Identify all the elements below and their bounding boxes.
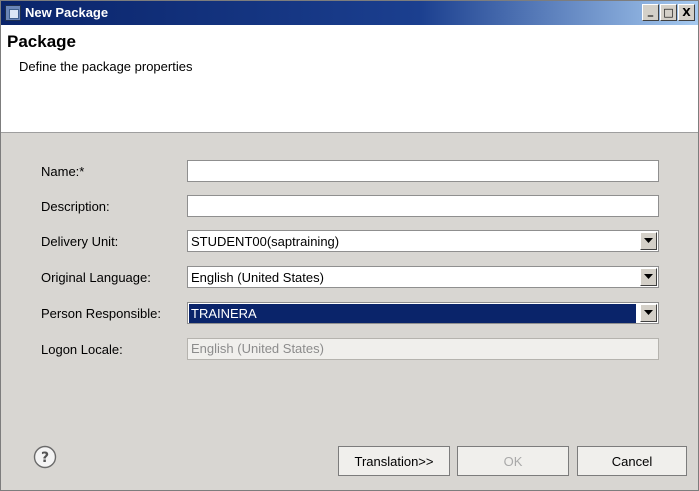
original-language-value: English (United States) [191,270,324,285]
delivery-unit-row: Delivery Unit: STUDENT00(saptraining) [1,230,698,254]
person-responsible-row: Person Responsible: TRAINERA [1,302,698,326]
chevron-down-icon [644,238,653,243]
minimize-button[interactable]: _ [642,4,659,21]
name-row: Name:* [1,160,698,184]
delivery-unit-value: STUDENT00(saptraining) [191,234,340,249]
page-title: Package [7,32,76,51]
delivery-unit-label: Delivery Unit: [41,234,119,249]
maximize-button[interactable]: □ [660,4,677,21]
original-language-row: Original Language: English (United State… [1,266,698,290]
close-button[interactable]: X [678,4,695,21]
logon-locale-field: English (United States) [187,338,659,360]
window-title: New Package [25,5,109,20]
logon-locale-row: Logon Locale: English (United States) [1,338,698,362]
person-responsible-label: Person Responsible: [41,306,161,321]
translation-button[interactable]: Translation>> [338,446,450,476]
description-input[interactable] [187,195,659,217]
delivery-unit-dropdown-button[interactable] [640,232,657,250]
wizard-header: Package Define the package properties [1,25,698,132]
app-icon [5,5,21,21]
person-responsible-dropdown-button[interactable] [640,304,657,322]
description-label: Description: [41,199,110,214]
title-bar[interactable]: New Package _ □ X [1,1,698,25]
delivery-unit-select[interactable]: STUDENT00(saptraining) [187,230,659,252]
logon-locale-label: Logon Locale: [41,342,123,357]
chevron-down-icon [644,274,653,279]
description-row: Description: [1,195,698,219]
page-description: Define the package properties [19,59,193,74]
help-icon: ? [33,445,57,469]
help-button[interactable]: ? [33,445,57,469]
chevron-down-icon [644,310,653,315]
ok-button[interactable]: OK [457,446,569,476]
name-input[interactable] [187,160,659,182]
svg-text:?: ? [41,450,49,466]
minimize-icon: _ [647,4,654,17]
person-responsible-select[interactable]: TRAINERA [187,302,659,324]
cancel-button[interactable]: Cancel [577,446,687,476]
original-language-label: Original Language: [41,270,151,285]
person-responsible-value: TRAINERA [189,304,636,323]
header-separator [1,132,698,133]
close-icon: X [682,6,691,19]
original-language-select[interactable]: English (United States) [187,266,659,288]
maximize-icon: □ [663,6,674,19]
original-language-dropdown-button[interactable] [640,268,657,286]
new-package-dialog: New Package _ □ X Package Define the pac… [0,0,699,491]
name-label: Name:* [41,164,85,179]
